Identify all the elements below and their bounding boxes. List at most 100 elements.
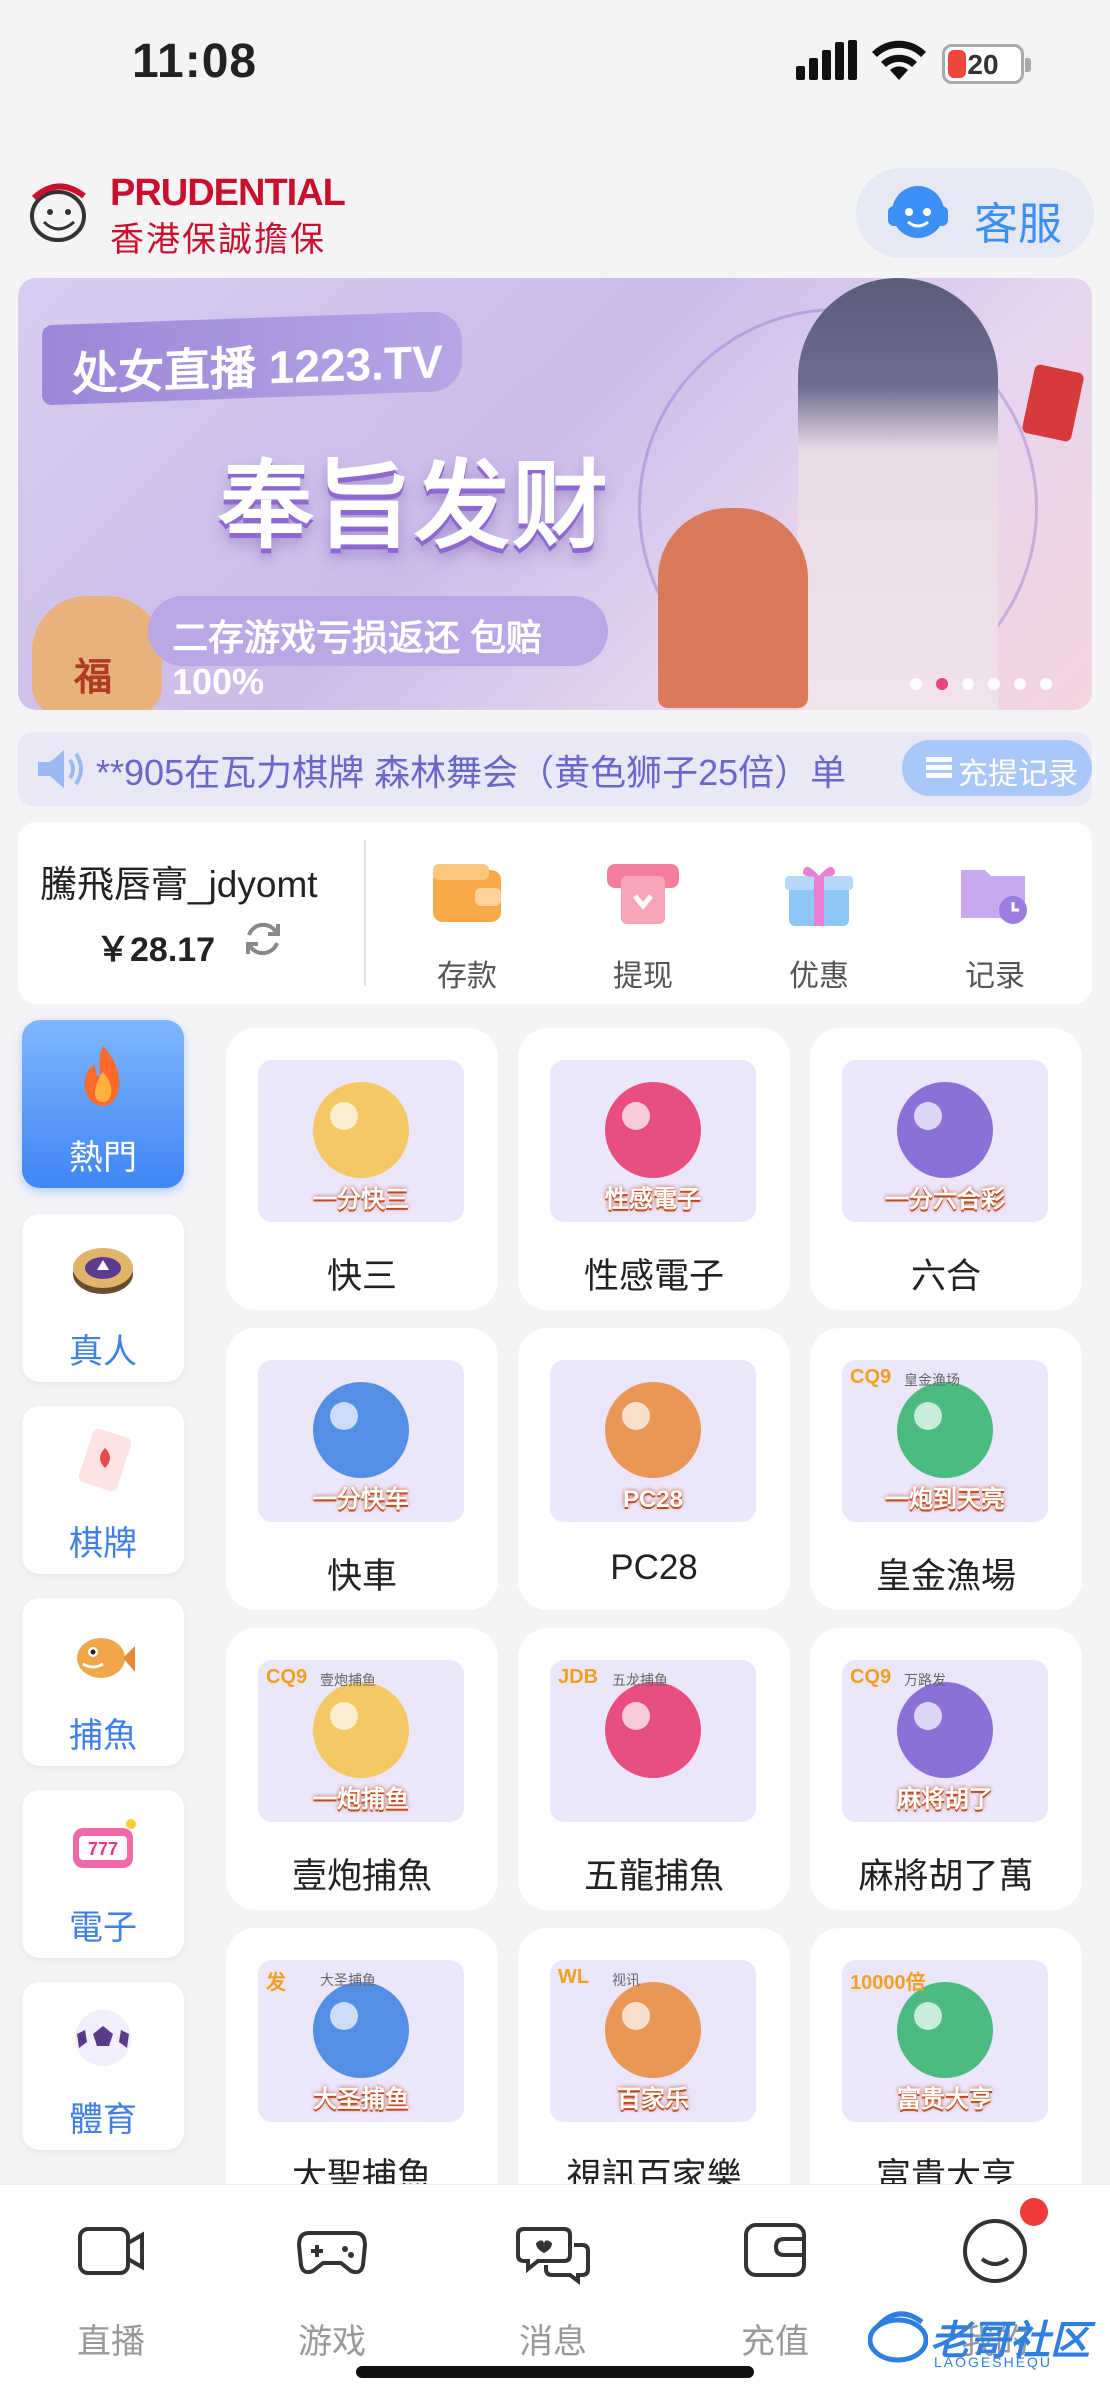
banner-pagination[interactable] (910, 678, 1052, 690)
game-brand-sub: 五龙捕鱼 (612, 1672, 668, 1688)
balance: ￥28.17 (96, 931, 216, 969)
game-brand-sub: 壹炮捕鱼 (320, 1672, 376, 1688)
game-label: 六合 (910, 1257, 981, 1296)
game-thumbnail: WL 视讯 百家乐 (550, 1960, 756, 2122)
promo-banner[interactable]: 处女直播 1223.TV 奉旨发财 福 二存游戏亏损返还 包赔100% (18, 278, 1092, 710)
banner-tag-text: 处女直播 1223.TV (72, 335, 443, 401)
game-card[interactable]: 性感電子 性感電子 (518, 1028, 790, 1310)
game-thumb-title: 性感電子 (605, 1186, 701, 1213)
banner-subline-text: 二存游戏亏损返还 包赔100% (172, 617, 543, 702)
wallet-icon (433, 864, 501, 922)
gift-icon (785, 866, 853, 926)
game-brand: 发 (266, 1972, 286, 1994)
game-brand: CQ9 (266, 1666, 308, 1688)
banner-dot[interactable] (910, 678, 922, 690)
gamepad-icon (296, 2231, 368, 2275)
wallet-outline-icon (744, 2223, 806, 2277)
game-card[interactable]: CQ9 壹炮捕鱼 一炮捕鱼 壹炮捕魚 (226, 1628, 498, 1910)
category-slots[interactable]: 777 電子 (22, 1790, 184, 1958)
game-card[interactable]: 发大圣捕鱼 大圣捕鱼 大聖捕魚 (226, 1928, 498, 2210)
customer-service-button[interactable]: 客服 (856, 168, 1094, 258)
records-button[interactable]: 记录 (940, 858, 1050, 995)
promotions-label: 优惠 (789, 960, 849, 993)
tab-games[interactable]: 游戏 (247, 2215, 417, 2363)
game-thumbnail: 一分六合彩 (842, 1060, 1048, 1222)
casino-chip-icon (73, 1248, 133, 1294)
game-label: 性感電子 (583, 1257, 724, 1296)
refresh-icon[interactable] (242, 918, 284, 960)
banner-dot[interactable] (988, 678, 1000, 690)
game-thumb-title: 富贵大亨 (897, 2086, 993, 2113)
game-card[interactable]: 一分快车 快車 (226, 1328, 498, 1610)
logo-english-text: PRUDENTIAL (110, 172, 346, 214)
category-fishing[interactable]: 捕魚 (22, 1598, 184, 1766)
clock: 11:08 (132, 35, 258, 88)
game-card[interactable]: CQ9 皇金渔场 一炮到天亮 皇金漁場 (810, 1328, 1082, 1610)
game-thumbnail: 一分快车 (258, 1360, 464, 1522)
deposit-withdraw-records-button[interactable]: 充提记录 (902, 740, 1092, 796)
game-brand: 10000倍 (850, 1972, 926, 1994)
game-brand: JDB (558, 1666, 599, 1688)
category-sports[interactable]: 體育 (22, 1982, 184, 2150)
game-thumbnail: 10000倍富贵大亨 (842, 1960, 1048, 2122)
game-card[interactable]: WL 视讯 百家乐 視訊百家樂 (518, 1928, 790, 2210)
deposit-button[interactable]: 存款 (412, 858, 522, 995)
game-card[interactable]: 一分快三 快三 (226, 1028, 498, 1310)
lucky-bag-icon: 福 (32, 596, 162, 710)
category-live[interactable]: 真人 (22, 1214, 184, 1382)
game-card[interactable]: JDB 五龙捕鱼 五龍捕魚 (518, 1628, 790, 1910)
notification-badge (1020, 2198, 1048, 2226)
soccer-ball-icon (75, 2010, 131, 2066)
status-bar: 11:08 20 (0, 0, 1110, 130)
game-card[interactable]: PC28 PC28 (518, 1328, 790, 1610)
withdraw-button[interactable]: 提现 (588, 858, 698, 995)
game-thumb-title: 一炮到天亮 (885, 1486, 1005, 1513)
tab-label: 游戏 (298, 2323, 366, 2361)
fortune-god-image (658, 508, 808, 708)
tab-label: 直播 (77, 2323, 145, 2361)
tab-live[interactable]: 直播 (26, 2215, 196, 2363)
game-card[interactable]: 10000倍 富贵大亨 富貴大亨 (810, 1928, 1082, 2210)
banner-headline: 奉旨发财 (218, 453, 610, 560)
chat-bubbles-icon (516, 2227, 590, 2285)
game-thumbnail: PC28 (550, 1360, 756, 1522)
category-hot[interactable]: 熱門 (22, 1020, 184, 1188)
cellular-signal-icon (796, 40, 857, 80)
battery-icon: 20 (942, 44, 1031, 84)
video-camera-icon (78, 2227, 144, 2275)
game-thumbnail: JDB 五龙捕鱼 (550, 1660, 756, 1822)
banner-dot[interactable] (1014, 678, 1026, 690)
game-card[interactable]: 一分六合彩 六合 (810, 1028, 1082, 1310)
fish-icon (77, 1638, 135, 1678)
category-label: 電子 (69, 1909, 137, 1947)
category-chess-cards[interactable]: 棋牌 (22, 1406, 184, 1574)
category-label: 真人 (69, 1333, 137, 1371)
game-card[interactable]: CQ9 万路发 麻将胡了 麻將胡了萬 (810, 1628, 1082, 1910)
announcement-text: **905在瓦力棋牌 森林舞会（黄色狮子25倍）单 (96, 752, 847, 793)
game-thumb-title: 大圣捕鱼 (313, 2086, 409, 2113)
withdraw-icon (607, 864, 679, 924)
game-brand-sub: 大圣捕鱼 (320, 1972, 376, 1988)
category-label: 熱門 (69, 1139, 137, 1177)
game-thumbnail: 性感電子 (550, 1060, 756, 1222)
game-thumb-title: 一分快车 (313, 1486, 409, 1513)
game-label: PC28 (610, 1548, 698, 1587)
banner-dot[interactable] (936, 678, 948, 690)
banner-dot[interactable] (962, 678, 974, 690)
promotions-button[interactable]: 优惠 (764, 858, 874, 995)
game-brand-sub: 皇金渔场 (904, 1372, 960, 1388)
game-thumbnail: CQ9 皇金渔场一炮到天亮 (842, 1360, 1048, 1522)
category-label: 捕魚 (69, 1717, 137, 1755)
records-label: 记录 (965, 960, 1025, 993)
game-thumbnail: 一分快三 (258, 1060, 464, 1222)
banner-dot[interactable] (1040, 678, 1052, 690)
game-brand: WL (558, 1966, 590, 1988)
home-indicator[interactable] (356, 2366, 754, 2378)
game-brand-sub: 万路发 (904, 1672, 946, 1688)
wifi-icon (872, 40, 926, 80)
game-thumbnail: CQ9 万路发 麻将胡了 (842, 1660, 1048, 1822)
game-brand: CQ9 (850, 1366, 892, 1388)
tab-messages[interactable]: 消息 (468, 2215, 638, 2363)
game-label: 壹炮捕魚 (291, 1857, 432, 1896)
tab-recharge[interactable]: 充值 (690, 2215, 860, 2363)
